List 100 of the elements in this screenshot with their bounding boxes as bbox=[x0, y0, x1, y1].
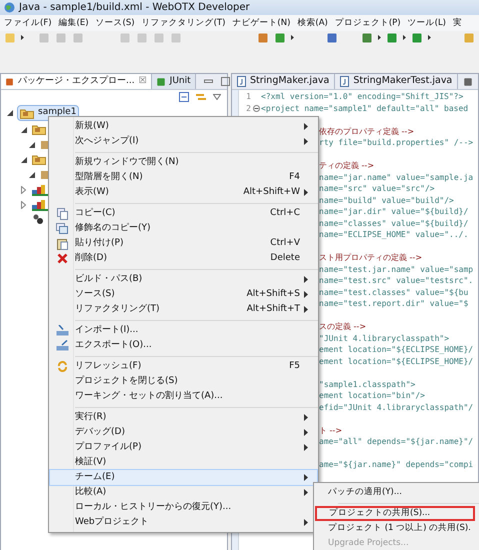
code-line: name="build" value="build"/> bbox=[319, 194, 454, 206]
shortcut-label: Alt+Shift+S bbox=[246, 288, 300, 301]
context-menu-item[interactable]: 実行(R) bbox=[50, 410, 317, 425]
context-menu-item[interactable]: ワーキング・セットの割り当て(A)... bbox=[50, 389, 317, 404]
menu-item[interactable]: 検索(A) bbox=[297, 16, 328, 30]
code-line: ement location="${ECLIPSE_HOME}/ bbox=[319, 356, 474, 367]
package-folder-icon bbox=[20, 108, 34, 118]
code-line: ame="${jar.name}" depends="compi bbox=[319, 459, 474, 470]
menu-item[interactable]: ソース(S) bbox=[96, 16, 135, 30]
code-comment: 依存のプロパティ定義 --> bbox=[319, 126, 414, 137]
code-line: name="jar.name" value="sample.ja bbox=[319, 172, 474, 183]
context-menu-item[interactable]: 表示(W) Alt+Shift+W bbox=[50, 185, 317, 200]
maximize-icon[interactable] bbox=[220, 77, 230, 86]
context-menu-item[interactable]: プロファイル(P) bbox=[50, 440, 317, 455]
submenu-arrow-icon bbox=[304, 123, 308, 130]
context-menu-item[interactable]: 貼り付け(P) Ctrl+V bbox=[50, 236, 317, 251]
code-line: name="test.classes" value="${bu bbox=[319, 286, 468, 298]
view-menu-icon[interactable] bbox=[213, 94, 221, 100]
link-icon[interactable] bbox=[195, 92, 207, 102]
copy-icon bbox=[56, 223, 68, 234]
submenu-arrow-icon bbox=[304, 474, 308, 481]
submenu-arrow-icon bbox=[304, 444, 308, 451]
submenu-arrow-icon bbox=[304, 291, 308, 298]
close-tab-icon[interactable]: ☒ bbox=[138, 74, 147, 88]
export-icon bbox=[56, 340, 68, 351]
view-tab[interactable]: JUnit bbox=[152, 74, 196, 89]
expanded-arrow-icon[interactable] bbox=[21, 126, 27, 132]
code-line: <?xml version="1.0" encoding="Shift_JIS"?> bbox=[261, 91, 464, 102]
context-menu-item[interactable]: 次へジャンプ(I) bbox=[50, 134, 317, 149]
code-line: name="classes" value="${build}/ bbox=[319, 218, 468, 229]
expanded-arrow-icon[interactable] bbox=[29, 142, 35, 148]
menu-item[interactable]: 編集(E) bbox=[58, 16, 89, 30]
shortcut-label: Delete bbox=[270, 252, 300, 265]
context-menu-item[interactable]: インポート(I)... bbox=[50, 323, 317, 338]
code-line: efid="JUnit 4.libraryclasspath"/ bbox=[319, 402, 474, 413]
context-menu-item[interactable]: ローカル・ヒストリーからの復元(Y)... bbox=[50, 500, 317, 515]
context-menu-item[interactable]: リフレッシュ(F) F5 bbox=[50, 359, 317, 374]
library-icon bbox=[32, 198, 48, 210]
expanded-arrow-icon[interactable] bbox=[29, 172, 35, 178]
code-line: name="ECLIPSE_HOME" value="../. bbox=[319, 229, 468, 240]
context-menu-item[interactable]: チーム(E) bbox=[50, 470, 317, 485]
context-menu-item[interactable]: リファクタリング(T) Alt+Shift+T bbox=[50, 302, 317, 317]
package-folder-icon bbox=[32, 124, 46, 135]
context-menu-item[interactable]: 新規(W) bbox=[50, 119, 317, 134]
context-menu-item[interactable]: 比較(A) bbox=[50, 485, 317, 500]
context-menu-item[interactable]: 新規ウィンドウで開く(N) bbox=[50, 155, 317, 170]
context-menu-item[interactable]: 修飾名のコピー(Y) bbox=[50, 221, 317, 236]
submenu-arrow-icon bbox=[304, 489, 308, 496]
code-line: name="jar.dir" value="${build}/ bbox=[319, 206, 468, 218]
menu-item[interactable]: ファイル(F) bbox=[4, 16, 52, 30]
context-menu-item[interactable]: プロジェクトを閉じる(S) bbox=[50, 374, 317, 389]
code-line: ement location="bin"/> bbox=[319, 390, 425, 402]
code-line: ement location="${ECLIPSE_HOME}/ bbox=[319, 344, 474, 356]
submenu-arrow-icon bbox=[304, 429, 308, 436]
submenu-arrow-icon bbox=[304, 138, 308, 145]
line-number: 1 bbox=[245, 91, 251, 102]
shortcut-label: Alt+Shift+T bbox=[246, 302, 300, 316]
minimize-icon[interactable] bbox=[204, 77, 213, 86]
clipboard-icon bbox=[56, 238, 68, 250]
expanded-arrow-icon[interactable] bbox=[21, 156, 27, 162]
line-number: 2 bbox=[245, 102, 251, 114]
submenu-arrow-icon bbox=[304, 306, 308, 313]
submenu-item[interactable]: プロジェクトの共用(S)... bbox=[315, 506, 475, 521]
menu-item[interactable]: ナビゲート(N) bbox=[232, 16, 290, 30]
view-tab[interactable]: パッケージ・エクスプロー... ☒ bbox=[1, 74, 152, 89]
submenu-arrow-icon bbox=[304, 276, 308, 283]
shortcut-label: F5 bbox=[289, 360, 300, 373]
submenu-arrow-icon bbox=[403, 34, 406, 41]
menu-item[interactable]: 実 bbox=[453, 16, 462, 30]
collapse-all-icon[interactable] bbox=[179, 92, 189, 102]
context-menu-item[interactable]: コピー(C) Ctrl+C bbox=[50, 206, 317, 221]
submenu-arrow-icon bbox=[378, 34, 382, 41]
context-menu-item[interactable]: Webプロジェクト bbox=[50, 515, 317, 530]
shortcut-label: Ctrl+V bbox=[270, 236, 300, 250]
context-menu-item[interactable]: 削除(D) Delete bbox=[50, 251, 317, 266]
submenu-item[interactable]: プロジェクト (1 つ以上) の共用(S). bbox=[314, 521, 479, 536]
context-menu-item[interactable]: 検証(V) bbox=[50, 455, 317, 470]
submenu-item[interactable]: パッチの適用(Y)... bbox=[314, 485, 479, 500]
fold-icon[interactable] bbox=[252, 104, 260, 112]
context-menu-item[interactable]: デバッグ(D) bbox=[50, 425, 317, 440]
menu-item[interactable]: プロジェクト(P) bbox=[334, 16, 401, 30]
submenu-arrow-icon bbox=[304, 519, 308, 526]
code-comment: ティの定義 --> bbox=[319, 160, 374, 172]
shortcut-label: F4 bbox=[289, 170, 300, 184]
submenu-arrow-icon bbox=[304, 414, 308, 421]
code-line: name="test.src" value="testsrc". bbox=[319, 275, 474, 286]
menu-item[interactable]: ツール(L) bbox=[408, 16, 446, 30]
code-comment: スの定義 --> bbox=[319, 321, 366, 332]
context-menu-item[interactable]: ソース(S) Alt+Shift+S bbox=[50, 287, 317, 302]
window-title: Java - sample1/build.xml - WebOTX Developer bbox=[19, 1, 250, 15]
menu-item[interactable]: リファクタリング(T) bbox=[142, 16, 226, 30]
context-menu-item[interactable]: 型階層を開く(N) F4 bbox=[50, 170, 317, 185]
context-menu-item[interactable]: エクスポート(O)... bbox=[50, 338, 317, 353]
code-line: "sample1.classpath"> bbox=[319, 378, 416, 390]
code-line: name="test.jar.name" value="samp bbox=[319, 264, 474, 275]
submenu-arrow-icon bbox=[304, 189, 308, 196]
context-menu-item[interactable]: ビルド・パス(B) bbox=[50, 272, 317, 287]
code-line: name="src" value="src"/> bbox=[319, 183, 435, 194]
code-line: name="test.report.dir" value="$ bbox=[319, 298, 468, 310]
expanded-arrow-icon[interactable] bbox=[7, 110, 13, 116]
